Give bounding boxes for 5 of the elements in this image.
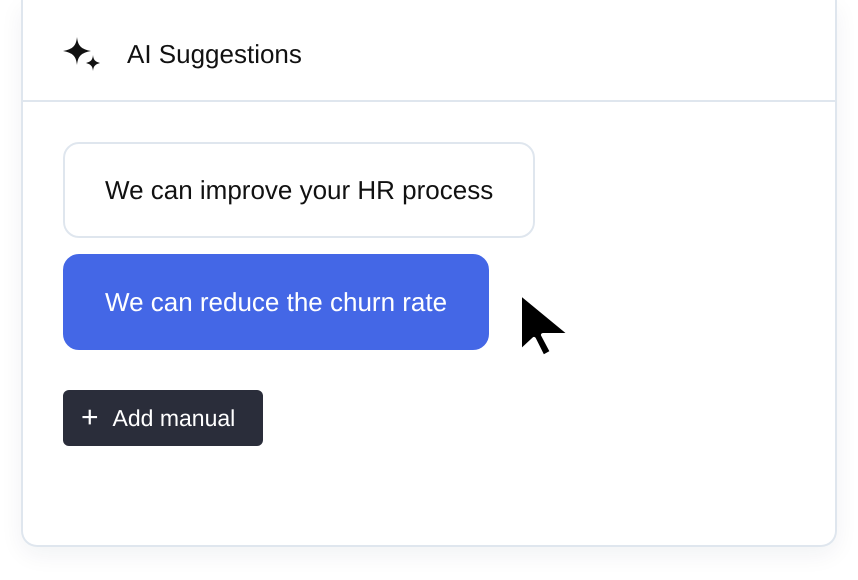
panel-title: AI Suggestions — [127, 38, 302, 70]
sparkle-icon — [63, 37, 101, 71]
suggestion-chip[interactable]: We can reduce the churn rate — [63, 254, 490, 350]
add-manual-button[interactable]: + Add manual — [63, 390, 264, 446]
suggestion-chip[interactable]: We can improve your HR process — [63, 142, 536, 238]
